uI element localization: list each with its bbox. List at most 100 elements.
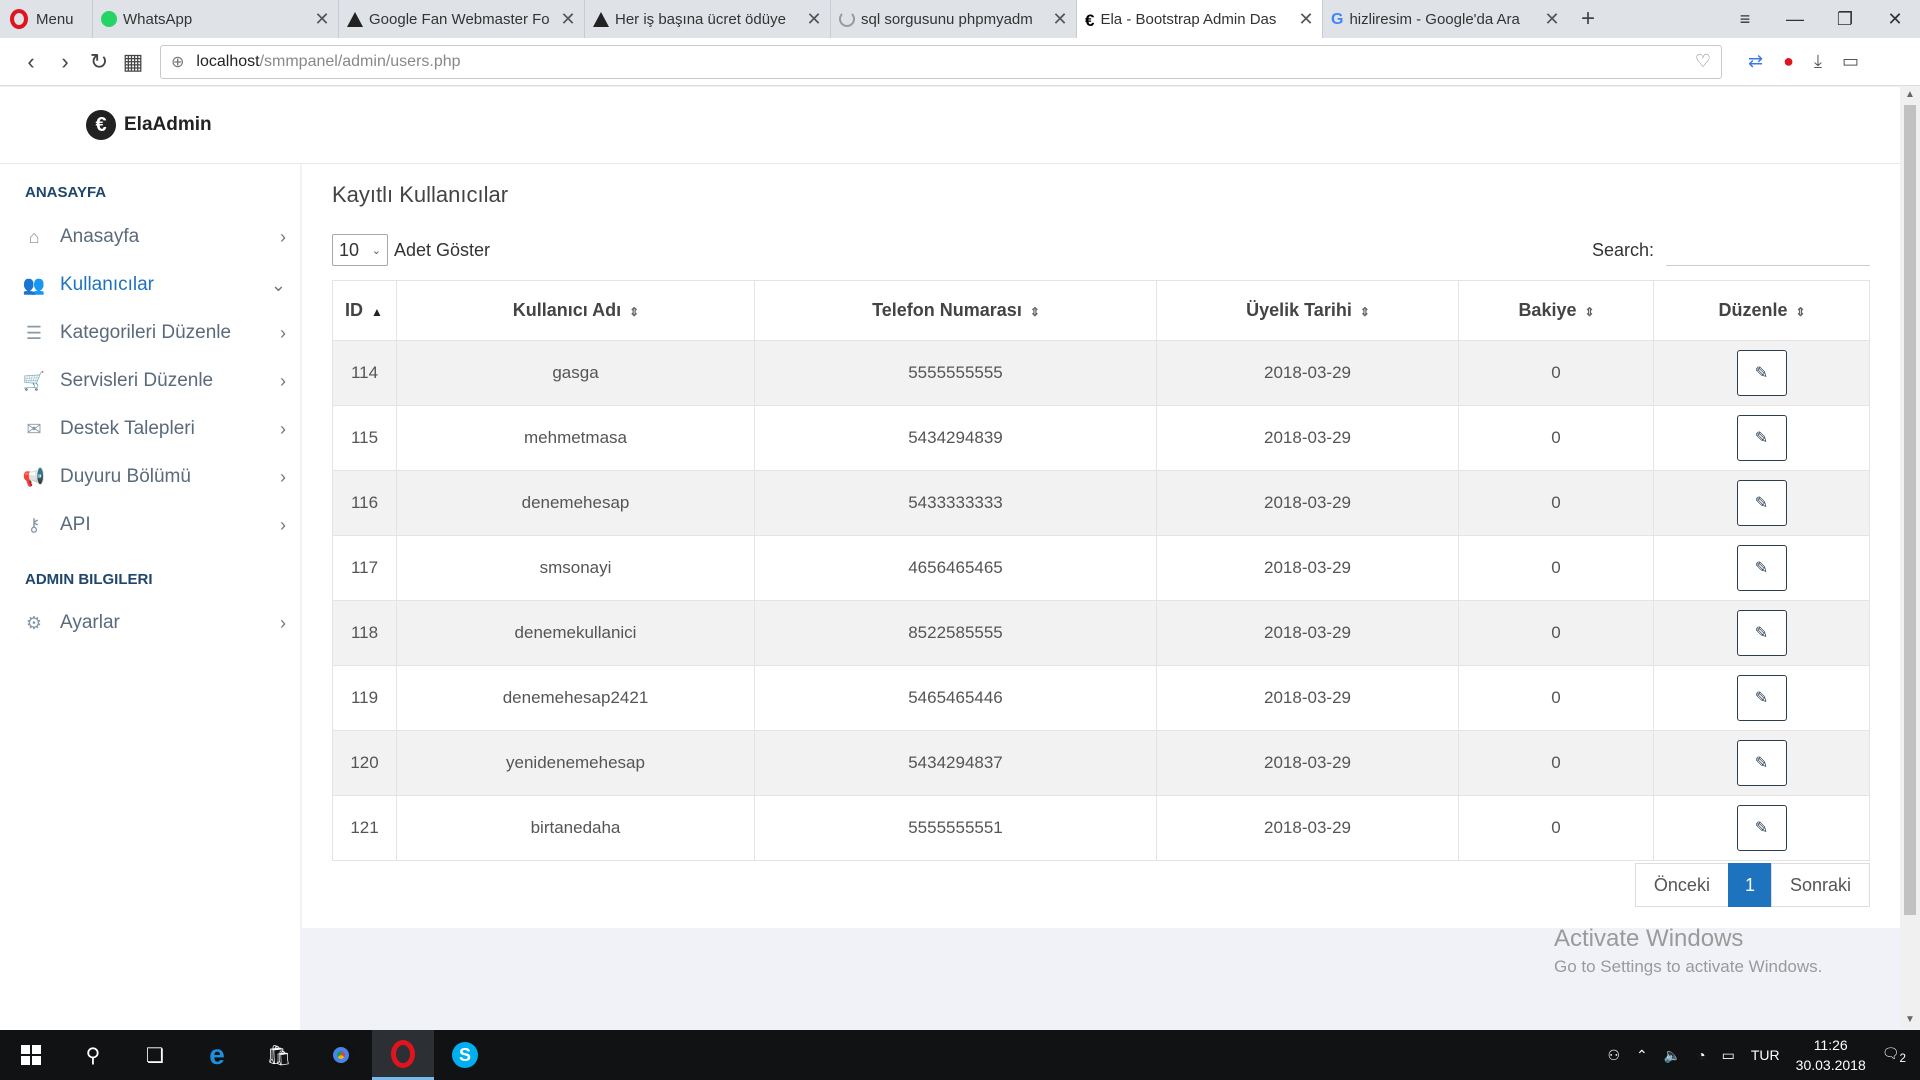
edit-button[interactable]: ✎ (1736, 545, 1787, 591)
scroll-down-icon[interactable]: ▼ (1900, 1014, 1920, 1025)
sidebar-item-anasayfa[interactable]: ⌂ Anasayfa › (0, 213, 300, 261)
clock[interactable]: 11:26 30.03.2018 (1796, 1035, 1866, 1075)
scrollbar-thumb[interactable] (1904, 105, 1916, 915)
close-tab-icon[interactable]: ✕ (1052, 9, 1068, 30)
reload-icon[interactable]: ↻ (82, 49, 116, 75)
column-header-edit[interactable]: Düzenle ⇕ (1653, 280, 1870, 341)
brand-name[interactable]: ElaAdmin (124, 114, 212, 136)
edit-button[interactable]: ✎ (1736, 350, 1787, 396)
browser-tab[interactable]: WhatsApp ✕ (92, 0, 338, 38)
download-icon[interactable]: ⤓ (1814, 51, 1822, 72)
search-icon[interactable]: ⚲ (62, 1030, 124, 1080)
cell-username: mehmetmasa (396, 405, 755, 471)
browser-tab-active[interactable]: € Ela - Bootstrap Admin Das ✕ (1076, 0, 1322, 38)
language-indicator[interactable]: TUR (1751, 1047, 1780, 1063)
cell-phone: 5465465446 (754, 665, 1157, 731)
battery-tray-icon[interactable]: ▭ (1722, 1047, 1735, 1064)
store-icon[interactable]: 🛍 (248, 1030, 310, 1080)
maximize-icon[interactable]: ❐ (1820, 9, 1870, 30)
scroll-up-icon[interactable]: ▲ (1900, 89, 1920, 100)
translate-icon[interactable]: ⇄ (1748, 51, 1763, 72)
tab-menu-icon[interactable]: ≡ (1720, 9, 1770, 30)
column-header-balance[interactable]: Bakiye ⇕ (1458, 280, 1654, 341)
people-icon[interactable]: ⚇ (1607, 1047, 1620, 1064)
browser-tab[interactable]: Her iş başına ücret ödüye ✕ (584, 0, 830, 38)
sort-icon: ⇕ (1359, 305, 1370, 319)
forward-icon[interactable]: › (48, 49, 82, 75)
sidebar-item-ayarlar[interactable]: ⚙ Ayarlar › (0, 599, 300, 647)
cell-username: yenidenemehesap (396, 730, 755, 796)
search-input[interactable] (1666, 234, 1870, 266)
pagination-page-button[interactable]: 1 (1727, 863, 1772, 907)
task-view-icon[interactable]: ❏ (124, 1030, 186, 1080)
edit-button[interactable]: ✎ (1736, 675, 1787, 721)
opera-taskbar-icon[interactable] (372, 1030, 434, 1080)
start-button[interactable] (0, 1030, 62, 1080)
watermark-subtitle: Go to Settings to activate Windows. (1554, 957, 1823, 976)
gear-icon: ⚙ (25, 612, 43, 633)
opera-vpn-icon[interactable]: ● (1783, 51, 1794, 72)
sidebar-item-destek[interactable]: ✉ Destek Talepleri › (0, 405, 300, 453)
new-tab-button[interactable]: + (1568, 0, 1608, 38)
pagination-prev-button[interactable]: Önceki (1634, 863, 1729, 907)
sidebar-item-api[interactable]: ⚷ API › (0, 501, 300, 549)
tab-title: WhatsApp (123, 10, 193, 28)
edge-icon[interactable]: e (186, 1030, 248, 1080)
close-tab-icon[interactable]: ✕ (1298, 9, 1314, 30)
edit-button[interactable]: ✎ (1736, 740, 1787, 786)
notification-count: 2 (1899, 1051, 1906, 1065)
cell-edit: ✎ (1653, 470, 1870, 536)
speed-dial-icon[interactable]: ▦ (116, 49, 150, 75)
chrome-icon[interactable] (310, 1030, 372, 1080)
cell-phone: 5433333333 (754, 470, 1157, 536)
cell-id: 120 (332, 730, 397, 796)
sidebar-item-kategoriler[interactable]: ☰ Kategorileri Düzenle › (0, 309, 300, 357)
sidebar-item-kullanicilar[interactable]: 👥 Kullanıcılar ⌄ (0, 261, 300, 309)
brand-logo-icon[interactable]: € (86, 110, 116, 140)
minimize-icon[interactable]: — (1770, 9, 1820, 30)
column-header-id[interactable]: ID ▲ (332, 280, 397, 341)
opera-menu-button[interactable]: Menu (0, 0, 92, 38)
browser-tab[interactable]: Google Fan Webmaster Fo ✕ (338, 0, 584, 38)
column-header-username[interactable]: Kullanıcı Adı ⇕ (396, 280, 755, 341)
close-tab-icon[interactable]: ✕ (560, 9, 576, 30)
pagination-next-button[interactable]: Sonraki (1770, 863, 1870, 907)
close-tab-icon[interactable]: ✕ (314, 9, 330, 30)
edit-button[interactable]: ✎ (1736, 610, 1787, 656)
url-field[interactable]: ⊕ localhost/smmpanel/admin/users.php ♡ (160, 44, 1722, 79)
cell-balance: 0 (1458, 470, 1654, 536)
close-window-icon[interactable]: ✕ (1870, 9, 1920, 30)
edit-icon: ✎ (1754, 365, 1769, 382)
edit-icon: ✎ (1754, 560, 1769, 577)
edit-button[interactable]: ✎ (1736, 805, 1787, 851)
notification-center-icon[interactable]: 🗨2 (1882, 1045, 1906, 1065)
show-hidden-icons-icon[interactable]: ⌃ (1636, 1047, 1648, 1064)
skype-icon[interactable]: S (434, 1030, 496, 1080)
browser-tab[interactable]: sql sorgusunu phpmyadm ✕ (830, 0, 1076, 38)
close-tab-icon[interactable]: ✕ (806, 9, 822, 30)
sidebar-item-servisler[interactable]: 🛒 Servisleri Düzenle › (0, 357, 300, 405)
browser-tab[interactable]: G hizliresim - Google'da Ara ✕ (1322, 0, 1568, 38)
volume-icon[interactable]: 🔈 (1664, 1047, 1681, 1064)
sidebar-item-duyuru[interactable]: 📢 Duyuru Bölümü › (0, 453, 300, 501)
cell-edit: ✎ (1653, 535, 1870, 601)
page-scrollbar[interactable]: ▲ ▼ (1900, 87, 1920, 1027)
column-header-phone[interactable]: Telefon Numarası ⇕ (754, 280, 1157, 341)
cell-id: 115 (332, 405, 397, 471)
cell-username: birtanedaha (396, 795, 755, 861)
table-header-row: ID ▲ Kullanıcı Adı ⇕ Telefon Numarası ⇕ Üye… (332, 280, 1870, 341)
column-header-date[interactable]: Üyelik Tarihi ⇕ (1156, 280, 1459, 341)
battery-icon[interactable]: ▭ (1842, 51, 1859, 72)
wifi-icon[interactable]: ◔ (1697, 1047, 1705, 1063)
cart-icon: 🛒 (22, 370, 46, 391)
edit-button[interactable]: ✎ (1736, 415, 1787, 461)
edit-button[interactable]: ✎ (1736, 480, 1787, 526)
back-icon[interactable]: ‹ (14, 49, 48, 75)
cell-username: smsonayi (396, 535, 755, 601)
close-tab-icon[interactable]: ✕ (1544, 9, 1560, 30)
bookmark-heart-icon[interactable]: ♡ (1695, 51, 1711, 72)
cell-username: denemehesap (396, 470, 755, 536)
page-length-select[interactable]: 10 ⌄ (332, 234, 388, 266)
watermark-title: Activate Windows (1554, 925, 1744, 952)
sort-icon: ⇕ (629, 305, 639, 319)
